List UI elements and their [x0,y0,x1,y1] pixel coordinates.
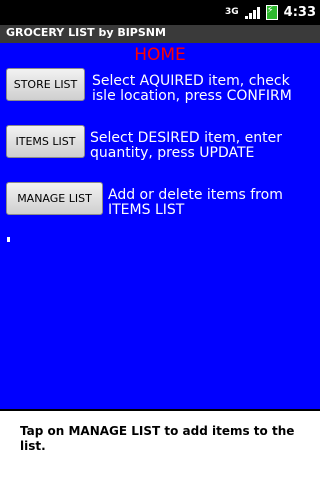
manage-list-description: Add or delete items from ITEMS LIST [108,187,283,218]
app-title-bar: GROCERY LIST by BIPSNM [0,25,320,44]
home-screen: HOME STORE LIST Select AQUIRED item, che… [0,43,320,411]
network-3g-icon: 3G [225,7,239,17]
status-bar: 3G 4:33 [0,0,320,25]
manage-list-button[interactable]: MANAGE LIST [6,182,103,215]
status-time: 4:33 [283,5,316,20]
hint-text: Tap on MANAGE LIST to add items to the l… [20,424,295,453]
items-list-button[interactable]: ITEMS LIST [6,125,85,158]
app-title: GROCERY LIST by BIPSNM [6,26,166,39]
store-list-button[interactable]: STORE LIST [6,68,85,101]
cursor-mark [7,237,10,242]
signal-bars-icon [244,6,260,19]
battery-charging-icon [265,5,278,20]
store-list-description: Select AQUIRED item, check isle location… [92,73,292,104]
items-list-description: Select DESIRED item, enter quantity, pre… [90,130,282,161]
home-heading: HOME [134,45,186,65]
status-icons: 3G 4:33 [225,4,316,21]
